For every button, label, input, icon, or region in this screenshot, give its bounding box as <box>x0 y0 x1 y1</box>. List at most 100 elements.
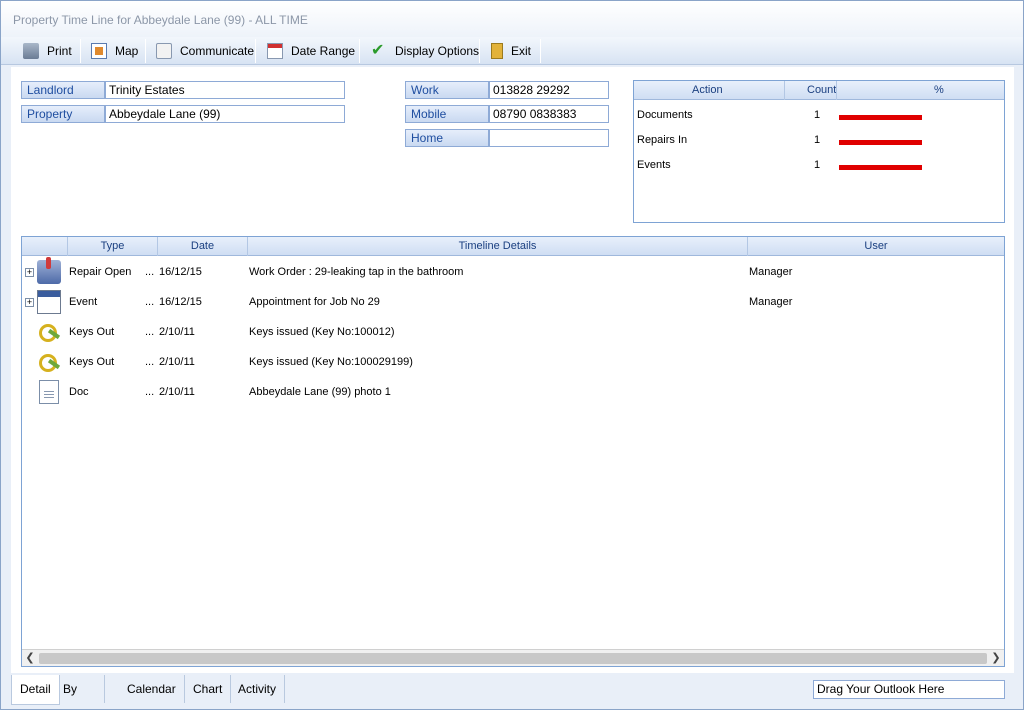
timeline-row[interactable]: Keys Out... 2/10/11 Keys issued (Key No:10… <box>22 317 1004 347</box>
summary-action: Repairs In <box>637 134 688 146</box>
summary-count: 1 <box>814 109 821 121</box>
timeline-more[interactable]: ... <box>145 266 154 278</box>
summary-row[interactable]: Events 1 <box>634 157 1004 175</box>
date-column-header[interactable]: Date <box>157 237 247 256</box>
expand-toggle-icon[interactable]: + <box>25 268 34 277</box>
scroll-left-icon[interactable]: ❮ <box>22 651 38 664</box>
toolbar-separator <box>359 39 360 63</box>
home-phone-field[interactable] <box>489 129 609 147</box>
tab-activity[interactable]: Activity <box>230 675 286 703</box>
calendar-icon <box>267 43 283 59</box>
scroll-right-icon[interactable]: ❯ <box>988 651 1004 664</box>
tab-detail[interactable]: Detail <box>11 675 60 705</box>
mobile-label: Mobile <box>405 105 489 123</box>
type-column-header[interactable]: Type <box>67 237 157 256</box>
timeline-details: Keys issued (Key No:100012) <box>249 326 395 338</box>
communicate-label: Communicate <box>180 44 255 58</box>
count-header[interactable]: Count <box>807 84 836 96</box>
keys-icon <box>37 350 61 374</box>
timeline-details: Appointment for Job No 29 <box>249 296 380 308</box>
summary-action: Documents <box>637 109 693 121</box>
keys-icon <box>37 320 61 344</box>
map-button[interactable]: Map <box>83 37 146 65</box>
date-range-button[interactable]: Date Range <box>259 37 363 65</box>
summary-count: 1 <box>814 159 821 171</box>
timeline-date: 16/12/15 <box>159 296 202 308</box>
checkmark-icon: ✔ <box>371 42 385 59</box>
action-header[interactable]: Action <box>692 84 723 96</box>
expand-toggle-icon[interactable]: + <box>25 298 34 307</box>
summary-percent-bar <box>839 140 922 145</box>
action-summary-table: Action Count % Documents 1 Repairs In 1 Even… <box>633 80 1005 223</box>
details-column-header[interactable]: Timeline Details <box>247 237 747 256</box>
doc-icon <box>39 380 59 404</box>
tab-calendar[interactable]: Calendar <box>119 675 185 703</box>
timeline-type: Repair Open <box>69 266 132 278</box>
tab-chart[interactable]: Chart <box>185 675 232 703</box>
landlord-label: Landlord <box>21 81 105 99</box>
work-phone-field[interactable]: 013828 29292 <box>489 81 609 99</box>
toolbar-separator <box>80 39 81 63</box>
date-range-label: Date Range <box>291 44 356 58</box>
timeline-header: Type Date Timeline Details User <box>22 237 1004 256</box>
timeline-window: Property Time Line for Abbeydale Lane (9… <box>0 0 1024 710</box>
summary-percent-bar <box>839 115 922 120</box>
content-area: Landlord Trinity Estates Property Abbeyd… <box>11 67 1014 673</box>
timeline-more[interactable]: ... <box>145 386 154 398</box>
repair-icon <box>37 257 61 284</box>
mobile-phone-field[interactable]: 08790 0838383 <box>489 105 609 123</box>
display-options-label: Display Options <box>395 44 480 58</box>
timeline-more[interactable]: ... <box>145 326 154 338</box>
percent-header[interactable]: % <box>934 84 944 96</box>
map-icon <box>91 43 107 59</box>
title-bar: Property Time Line for Abbeydale Lane (9… <box>1 1 1023 37</box>
summary-row[interactable]: Documents 1 <box>634 107 1004 125</box>
home-label: Home <box>405 129 489 147</box>
timeline-type: Keys Out <box>69 326 115 338</box>
timeline-row[interactable]: + Repair Open... 16/12/15 Work Order : 29-l… <box>22 257 1004 287</box>
toolbar: Print Map Communicate Date Range ✔ Displ… <box>1 37 1023 65</box>
timeline-grid: Type Date Timeline Details User + Repair … <box>21 236 1005 667</box>
summary-row[interactable]: Repairs In 1 <box>634 132 1004 150</box>
timeline-row[interactable]: Keys Out... 2/10/11 Keys issued (Key No:10… <box>22 347 1004 377</box>
timeline-date: 2/10/11 <box>159 356 195 368</box>
print-label: Print <box>47 44 72 58</box>
door-exit-icon <box>491 43 503 59</box>
landlord-field[interactable]: Trinity Estates <box>105 81 345 99</box>
envelope-icon <box>156 43 172 59</box>
summary-percent-bar <box>839 165 922 170</box>
timeline-details: Keys issued (Key No:100029199) <box>249 356 413 368</box>
timeline-details: Work Order : 29-leaking tap in the bathr… <box>249 266 464 278</box>
timeline-date: 2/10/11 <box>159 386 195 398</box>
property-field[interactable]: Abbeydale Lane (99) <box>105 105 345 123</box>
toolbar-separator <box>479 39 480 63</box>
display-options-button[interactable]: ✔ Display Options <box>363 37 487 65</box>
horizontal-scrollbar[interactable]: ❮ ❯ <box>22 649 1004 666</box>
toolbar-separator <box>540 39 541 63</box>
timeline-type: Keys Out <box>69 356 115 368</box>
timeline-type: Doc <box>69 386 89 398</box>
toolbar-separator <box>255 39 256 63</box>
timeline-user: Manager <box>749 266 793 278</box>
timeline-more[interactable]: ... <box>145 296 154 308</box>
summary-count: 1 <box>814 134 821 146</box>
printer-icon <box>23 43 39 59</box>
exit-button[interactable]: Exit <box>483 37 539 65</box>
timeline-details: Abbeydale Lane (99) photo 1 <box>249 386 391 398</box>
timeline-row[interactable]: + Event... 16/12/15 Appointment for Job No … <box>22 287 1004 317</box>
scroll-thumb[interactable] <box>39 653 987 664</box>
timeline-row[interactable]: Doc... 2/10/11 Abbeydale Lane (99) photo 1 <box>22 377 1004 407</box>
summary-header: Action Count % <box>634 81 1004 100</box>
property-label: Property <box>21 105 105 123</box>
print-button[interactable]: Print <box>15 37 80 65</box>
communicate-button[interactable]: Communicate <box>148 37 262 65</box>
summary-action: Events <box>637 159 671 171</box>
timeline-user: Manager <box>749 296 793 308</box>
window-title: Property Time Line for Abbeydale Lane (9… <box>13 13 308 27</box>
user-column-header[interactable]: User <box>747 237 1004 256</box>
timeline-more[interactable]: ... <box>145 356 154 368</box>
toolbar-separator <box>145 39 146 63</box>
tab-by-month[interactable]: By Month <box>55 675 106 703</box>
timeline-type: Event <box>69 296 98 308</box>
outlook-drop-zone[interactable]: Drag Your Outlook Here <box>813 680 1005 699</box>
